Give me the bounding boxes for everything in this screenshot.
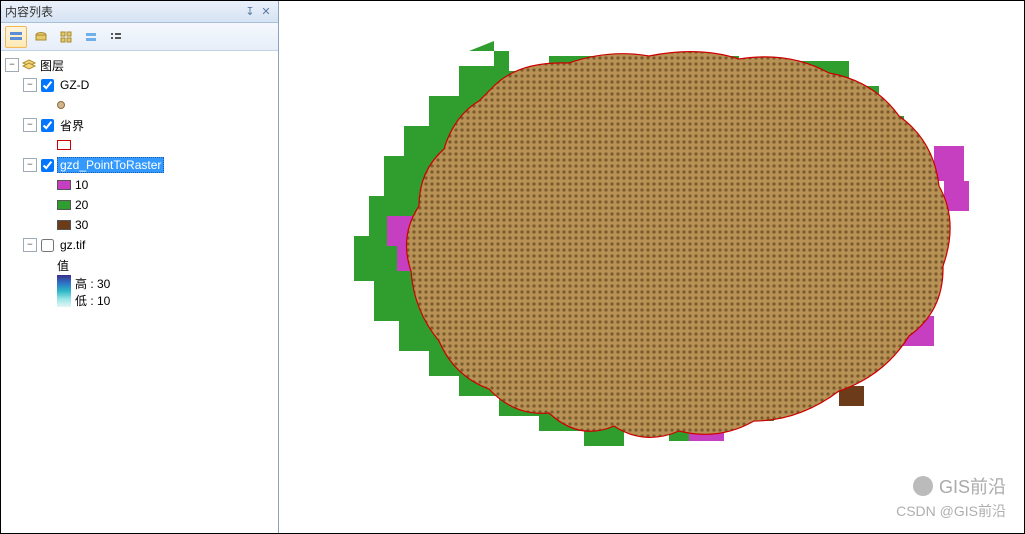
- layer-gztif[interactable]: − gz.tif: [3, 235, 276, 255]
- class-label: 10: [75, 178, 88, 192]
- toc-header: 内容列表 ↧ ✕: [1, 1, 278, 23]
- watermark: GIS前沿: [913, 473, 1006, 499]
- symbol-row[interactable]: [3, 95, 276, 115]
- collapse-icon[interactable]: −: [5, 58, 19, 72]
- watermark-text: GIS前沿: [939, 473, 1006, 499]
- class-swatch: [57, 220, 71, 230]
- class-label: 20: [75, 198, 88, 212]
- class-swatch: [57, 200, 71, 210]
- class-label: 30: [75, 218, 88, 232]
- value-label-row: 值: [3, 255, 276, 275]
- color-ramp: [57, 275, 71, 307]
- layer-label: GZ-D: [57, 77, 92, 93]
- collapse-icon[interactable]: −: [23, 118, 37, 132]
- symbol-row[interactable]: [3, 135, 276, 155]
- layer-point-to-raster[interactable]: − gzd_PointToRaster: [3, 155, 276, 175]
- layer-checkbox[interactable]: [41, 239, 54, 252]
- list-by-drawing-order-button[interactable]: [5, 26, 27, 48]
- options-button[interactable]: [105, 26, 127, 48]
- low-label: 低 : 10: [75, 292, 110, 309]
- layer-label: gzd_PointToRaster: [57, 157, 164, 173]
- layer-gzd[interactable]: − GZ-D: [3, 75, 276, 95]
- tree-root[interactable]: − 图层: [3, 55, 276, 75]
- province-layer: [407, 52, 951, 438]
- polygon-outline-symbol: [57, 140, 71, 150]
- layer-checkbox[interactable]: [41, 159, 54, 172]
- value-label: 值: [57, 257, 69, 274]
- root-label: 图层: [37, 56, 67, 75]
- collapse-icon[interactable]: −: [23, 78, 37, 92]
- collapse-icon[interactable]: −: [23, 238, 37, 252]
- layer-label: gz.tif: [57, 237, 88, 253]
- high-label: 高 : 30: [75, 275, 110, 292]
- pin-icon[interactable]: ↧: [242, 4, 258, 20]
- list-by-source-button[interactable]: [30, 26, 52, 48]
- layer-checkbox[interactable]: [41, 79, 54, 92]
- class-swatch: [57, 180, 71, 190]
- layers-icon: [21, 58, 37, 72]
- toc-toolbar: [1, 23, 278, 51]
- toc-title: 内容列表: [5, 3, 242, 20]
- layer-tree: − 图层 − GZ-D − 省界 −: [1, 51, 278, 533]
- toc-panel: 内容列表 ↧ ✕ − 图层 − GZ-D: [1, 1, 279, 533]
- close-icon[interactable]: ✕: [258, 4, 274, 20]
- map-view[interactable]: GIS前沿 CSDN @GIS前沿: [279, 1, 1024, 533]
- layer-label: 省界: [57, 116, 87, 135]
- list-by-visibility-button[interactable]: [55, 26, 77, 48]
- stretch-renderer: 高 : 30 低 : 10: [3, 275, 276, 307]
- collapse-icon[interactable]: −: [23, 158, 37, 172]
- class-row[interactable]: 20: [3, 195, 276, 215]
- point-symbol: [57, 101, 65, 109]
- layer-checkbox[interactable]: [41, 119, 54, 132]
- class-row[interactable]: 30: [3, 215, 276, 235]
- class-row[interactable]: 10: [3, 175, 276, 195]
- list-by-selection-button[interactable]: [80, 26, 102, 48]
- watermark-csdn: CSDN @GIS前沿: [896, 501, 1006, 521]
- layer-province[interactable]: − 省界: [3, 115, 276, 135]
- wechat-icon: [913, 476, 933, 496]
